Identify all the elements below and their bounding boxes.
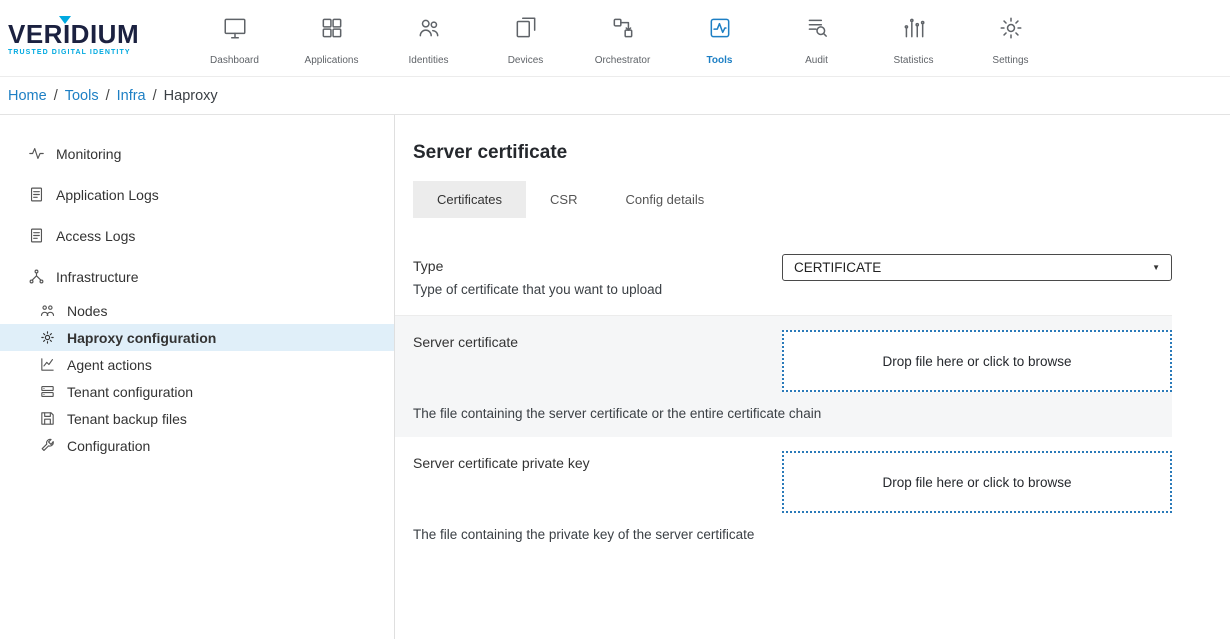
sidebar-item-label: Nodes: [67, 303, 107, 319]
private-key-section: Server certificate private key Drop file…: [413, 437, 1172, 560]
private-key-label: Server certificate private key: [413, 451, 758, 471]
sidebar-item-label: Monitoring: [56, 146, 121, 162]
devices-icon: [513, 15, 539, 46]
nav-label: Devices: [508, 55, 544, 66]
sidebar-item-label: Infrastructure: [56, 269, 138, 285]
server-certificate-section: Server certificate Drop file here or cli…: [395, 315, 1172, 437]
applications-icon: [319, 15, 345, 46]
nav-item-settings[interactable]: Settings: [962, 11, 1059, 66]
nav-label: Orchestrator: [595, 55, 651, 66]
nav-item-identities[interactable]: Identities: [380, 11, 477, 66]
server-certificate-label: Server certificate: [413, 330, 758, 350]
nav-label: Audit: [805, 55, 828, 66]
nav-label: Statistics: [893, 55, 933, 66]
sidebar-item-haproxy-configuration[interactable]: Haproxy configuration: [0, 324, 394, 351]
sidebar-item-label: Access Logs: [56, 228, 135, 244]
nav-label: Applications: [305, 55, 359, 66]
type-select-value: CERTIFICATE: [794, 260, 881, 275]
breadcrumb: Home / Tools / Infra / Haproxy: [0, 77, 1230, 115]
private-key-help: The file containing the private key of t…: [413, 527, 1172, 542]
tools-icon: [707, 15, 733, 46]
top-bar: VERIDIUM TRUSTED DIGITAL IDENTITY Dashbo…: [0, 0, 1230, 77]
page-title: Server certificate: [413, 142, 1172, 164]
private-key-dropzone[interactable]: Drop file here or click to browse: [782, 451, 1172, 513]
tab-csr[interactable]: CSR: [526, 181, 601, 218]
sidebar-item-label: Tenant backup files: [67, 411, 187, 427]
agent-actions-icon: [38, 356, 56, 373]
tab-certificates[interactable]: Certificates: [413, 181, 526, 218]
logo-text: VERIDIUM: [8, 21, 158, 47]
nav-label: Settings: [992, 55, 1028, 66]
sidebar-item-agent-actions[interactable]: Agent actions: [0, 351, 394, 378]
dropzone-text: Drop file here or click to browse: [882, 475, 1071, 490]
logo-tagline: TRUSTED DIGITAL IDENTITY: [8, 49, 158, 56]
application-logs-icon: [27, 186, 45, 203]
nav-label: Identities: [408, 55, 448, 66]
configuration-icon: [38, 437, 56, 454]
nav-item-dashboard[interactable]: Dashboard: [186, 11, 283, 66]
tenant-config-icon: [38, 383, 56, 400]
sidebar-item-label: Application Logs: [56, 187, 159, 203]
sidebar-item-infrastructure[interactable]: Infrastructure: [0, 256, 394, 297]
main-content: Server certificate Certificates CSR Conf…: [395, 115, 1230, 639]
breadcrumb-separator: /: [106, 88, 110, 104]
statistics-icon: [901, 15, 927, 46]
sidebar-item-configuration[interactable]: Configuration: [0, 432, 394, 459]
tenant-backup-icon: [38, 410, 56, 427]
sidebar-item-application-logs[interactable]: Application Logs: [0, 174, 394, 215]
breadcrumb-current: Haproxy: [164, 88, 218, 104]
infrastructure-icon: [27, 268, 45, 285]
sidebar-item-label: Configuration: [67, 438, 150, 454]
haproxy-icon: [38, 329, 56, 346]
nav-item-applications[interactable]: Applications: [283, 11, 380, 66]
sidebar-item-tenant-configuration[interactable]: Tenant configuration: [0, 378, 394, 405]
breadcrumb-home[interactable]: Home: [8, 88, 47, 104]
breadcrumb-tools[interactable]: Tools: [65, 88, 99, 104]
sidebar-item-label: Tenant configuration: [67, 384, 193, 400]
veridium-logo[interactable]: VERIDIUM TRUSTED DIGITAL IDENTITY: [8, 21, 158, 56]
server-certificate-dropzone[interactable]: Drop file here or click to browse: [782, 330, 1172, 392]
identities-icon: [416, 15, 442, 46]
nav-item-audit[interactable]: Audit: [768, 11, 865, 66]
settings-icon: [998, 15, 1024, 46]
sidebar-item-label: Agent actions: [67, 357, 152, 373]
chevron-down-icon: ▼: [1152, 263, 1160, 272]
type-help: Type of certificate that you want to upl…: [413, 282, 758, 297]
monitoring-icon: [27, 145, 45, 162]
dashboard-icon: [222, 15, 248, 46]
orchestrator-icon: [610, 15, 636, 46]
access-logs-icon: [27, 227, 45, 244]
logo-caret-icon: [59, 16, 71, 24]
sidebar: Monitoring Application Logs Access Logs …: [0, 115, 395, 639]
sidebar-item-access-logs[interactable]: Access Logs: [0, 215, 394, 256]
tab-bar: Certificates CSR Config details: [413, 181, 1172, 218]
type-section: Type Type of certificate that you want t…: [413, 240, 1172, 315]
nav-label: Tools: [707, 55, 733, 66]
type-label: Type: [413, 254, 758, 274]
sidebar-item-nodes[interactable]: Nodes: [0, 297, 394, 324]
dropzone-text: Drop file here or click to browse: [882, 354, 1071, 369]
type-select[interactable]: CERTIFICATE ▼: [782, 254, 1172, 281]
sidebar-item-label: Haproxy configuration: [67, 330, 216, 346]
nav-item-tools[interactable]: Tools: [671, 11, 768, 66]
nodes-icon: [38, 302, 56, 319]
breadcrumb-infra[interactable]: Infra: [117, 88, 146, 104]
certificate-form: Type Type of certificate that you want t…: [413, 240, 1172, 560]
breadcrumb-separator: /: [153, 88, 157, 104]
nav-item-orchestrator[interactable]: Orchestrator: [574, 11, 671, 66]
audit-icon: [804, 15, 830, 46]
breadcrumb-separator: /: [54, 88, 58, 104]
top-navigation: Dashboard Applications Identities Device…: [186, 11, 1059, 66]
server-certificate-help: The file containing the server certifica…: [413, 406, 1172, 421]
tab-config-details[interactable]: Config details: [601, 181, 728, 218]
nav-item-statistics[interactable]: Statistics: [865, 11, 962, 66]
nav-label: Dashboard: [210, 55, 259, 66]
sidebar-item-monitoring[interactable]: Monitoring: [0, 133, 394, 174]
nav-item-devices[interactable]: Devices: [477, 11, 574, 66]
sidebar-item-tenant-backup-files[interactable]: Tenant backup files: [0, 405, 394, 432]
